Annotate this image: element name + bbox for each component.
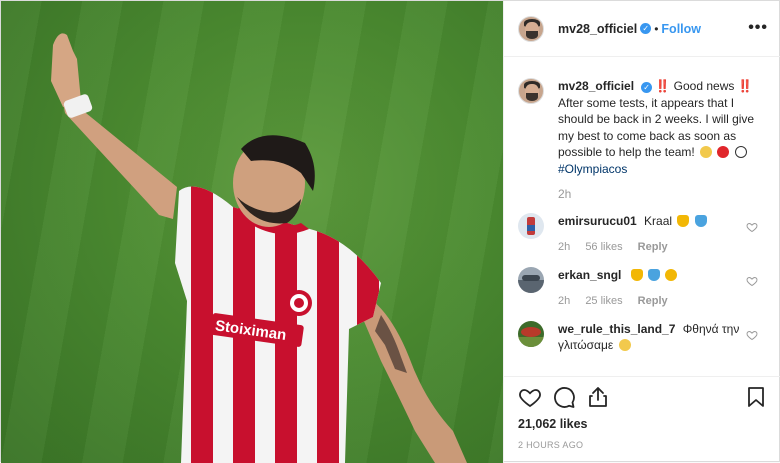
comment-meta: 2h 25 likes Reply — [558, 293, 758, 309]
caption-username[interactable]: mv28_officiel — [558, 79, 634, 93]
red-circle-emoji-icon — [717, 146, 730, 158]
comment-like-heart-icon[interactable] — [746, 329, 758, 341]
post-timestamp[interactable]: 2 HOURS AGO — [518, 440, 768, 450]
comment-likes[interactable]: 56 likes — [585, 241, 622, 253]
follow-button[interactable]: Follow — [661, 22, 701, 36]
comment-meta: 2h 56 likes Reply — [558, 239, 758, 255]
caption-hashtag[interactable]: #Olympiacos — [558, 162, 627, 176]
commenter-avatar[interactable] — [518, 213, 544, 239]
post-photo[interactable]: Stoiximan — [1, 1, 503, 463]
comments-list[interactable]: mv28_officiel ✓ ‼️ Good news ‼️ After som… — [504, 58, 780, 376]
comment-body: we_rule_this_land_7 Φθηνά την γλιτώσαμε — [558, 321, 758, 353]
comment-likes[interactable]: 25 likes — [585, 295, 622, 307]
post-caption: mv28_officiel ✓ ‼️ Good news ‼️ After som… — [518, 58, 768, 177]
comment-username[interactable]: we_rule_this_land_7 — [558, 322, 675, 336]
comment-body: emirsurucu01 Kraal 2h 56 likes Reply — [558, 213, 758, 255]
author-username[interactable]: mv28_officiel — [558, 22, 637, 36]
grimacing-face-emoji-icon — [618, 339, 631, 351]
separator-dot: • — [654, 21, 659, 36]
comment-item: erkan_sngl 2h 25 likes Reply — [518, 267, 768, 309]
comment-username[interactable]: emirsurucu01 — [558, 214, 637, 228]
save-bookmark-icon[interactable] — [744, 385, 768, 409]
post-header: mv28_officiel ✓ • Follow ••• — [504, 1, 780, 57]
comment-time: 2h — [558, 295, 571, 307]
more-options-icon[interactable]: ••• — [748, 19, 768, 37]
comment-reply-button[interactable]: Reply — [638, 241, 668, 253]
comment-username[interactable]: erkan_sngl — [558, 268, 621, 282]
yellow-heart-emoji-icon — [630, 269, 643, 281]
like-heart-icon[interactable] — [518, 385, 542, 409]
comment-body: erkan_sngl 2h 25 likes Reply — [558, 267, 758, 309]
commenter-avatar[interactable] — [518, 267, 544, 293]
comment-time: 2h — [558, 241, 571, 253]
white-circle-emoji-icon — [734, 146, 747, 158]
flexed-biceps-emoji-icon — [665, 269, 678, 281]
comment-bubble-icon[interactable] — [552, 385, 576, 409]
author-avatar[interactable] — [518, 15, 544, 42]
caption-text-block: mv28_officiel ✓ ‼️ Good news ‼️ After som… — [558, 78, 760, 177]
caption-time: 2h — [558, 187, 572, 201]
blue-heart-emoji-icon — [694, 215, 707, 227]
comment-item: we_rule_this_land_7 Φθηνά την γλιτώσαμε — [518, 321, 768, 353]
yellow-heart-emoji-icon — [677, 215, 690, 227]
share-upload-icon[interactable] — [586, 385, 610, 409]
post-actions: 21,062 likes 2 HOURS AGO — [504, 376, 780, 463]
comment-reply-button[interactable]: Reply — [638, 295, 668, 307]
post-side-panel: mv28_officiel ✓ • Follow ••• mv28_offici… — [503, 1, 780, 463]
comment-like-heart-icon[interactable] — [746, 275, 758, 287]
action-icons-row — [518, 377, 768, 417]
comment-item: emirsurucu01 Kraal 2h 56 likes Reply — [518, 213, 768, 255]
likes-count[interactable]: 21,062 likes — [518, 417, 768, 431]
footballer-illustration: Stoiximan — [51, 33, 467, 463]
commenter-avatar[interactable] — [518, 321, 544, 347]
verified-badge-icon: ✓ — [640, 23, 652, 34]
comment-text: Kraal — [644, 214, 673, 228]
instagram-post: Stoiximan mv28_officiel ✓ • Follow ••• m… — [0, 0, 780, 463]
blue-heart-emoji-icon — [648, 269, 661, 281]
comment-like-heart-icon[interactable] — [746, 221, 758, 233]
verified-badge-icon: ✓ — [641, 82, 653, 93]
pray-emoji-icon — [700, 146, 713, 158]
caption-author-avatar[interactable] — [518, 78, 544, 104]
